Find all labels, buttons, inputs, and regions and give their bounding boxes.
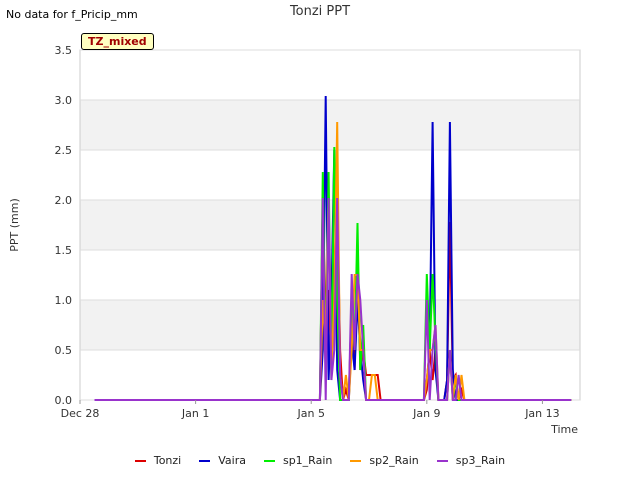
legend-swatch xyxy=(199,459,211,462)
x-tick-label: Jan 1 xyxy=(181,407,209,420)
legend-label: sp1_Rain xyxy=(282,454,333,467)
x-tick-label: Jan 9 xyxy=(412,407,440,420)
x-axis-label: Time xyxy=(550,423,578,436)
legend-swatch xyxy=(263,459,275,462)
legend-label: sp2_Rain xyxy=(369,454,419,467)
legend-item: sp2_Rain xyxy=(350,454,419,467)
x-tick-label: Jan 13 xyxy=(524,407,559,420)
chart-title: Tonzi PPT xyxy=(289,4,351,19)
legend-swatch xyxy=(350,459,362,462)
y-tick-label: 3.0 xyxy=(55,94,73,107)
y-tick-label: 1.5 xyxy=(55,244,73,257)
site-badge: TZ_mixed xyxy=(81,33,154,50)
legend-item: sp3_Rain xyxy=(436,454,506,467)
y-tick-label: 1.0 xyxy=(55,294,73,307)
plot-band xyxy=(80,100,580,150)
y-tick-label: 0.5 xyxy=(55,344,73,357)
legend-label: sp3_Rain xyxy=(455,454,506,467)
y-axis-ticks: 0.0 0.5 1.0 1.5 2.0 2.5 3.0 3.5 xyxy=(55,44,73,407)
y-tick-label: 2.5 xyxy=(55,144,73,157)
plot-band xyxy=(80,150,580,200)
legend-swatch xyxy=(134,459,146,462)
legend-item: Tonzi xyxy=(134,454,182,467)
legend-swatch xyxy=(436,459,448,462)
x-tick-label: Jan 5 xyxy=(296,407,324,420)
ppt-chart: 0.0 0.5 1.0 1.5 2.0 2.5 3.0 3.5 Dec 28 Jan 1 Jan … xyxy=(8,44,581,436)
x-axis-ticks: Dec 28 Jan 1 Jan 5 Jan 9 Jan 13 xyxy=(61,400,560,420)
y-tick-label: 0.0 xyxy=(55,394,73,407)
legend-item: sp1_Rain xyxy=(263,454,333,467)
plot-band xyxy=(80,50,580,100)
x-tick-label: Dec 28 xyxy=(61,407,100,420)
legend-item: Vaira xyxy=(199,454,246,467)
y-tick-label: 2.0 xyxy=(55,194,73,207)
legend-label: Tonzi xyxy=(153,454,182,467)
y-tick-label: 3.5 xyxy=(55,44,73,57)
legend-label: Vaira xyxy=(218,454,246,467)
y-axis-label: PPT (mm) xyxy=(8,198,21,252)
legend: Tonzi Vaira sp1_Rain sp2_Rain sp3_Rain xyxy=(0,454,640,467)
